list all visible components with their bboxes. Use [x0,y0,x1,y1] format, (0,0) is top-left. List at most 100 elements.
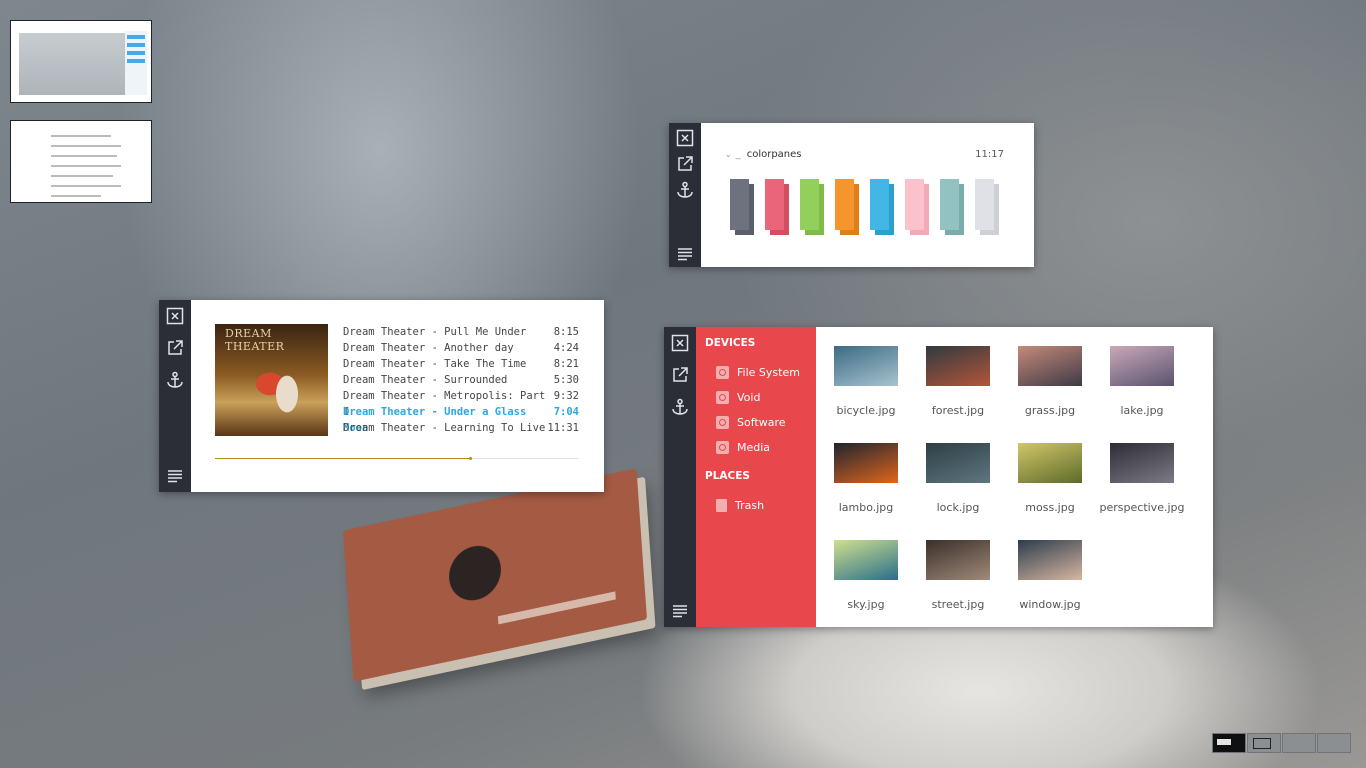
anchor-icon[interactable] [675,180,695,200]
color-swatch[interactable] [870,179,894,235]
track-name: Dream Theater - Under a Glass Moon [343,406,527,434]
close-icon[interactable] [670,333,690,353]
device-label: Software [737,416,786,429]
file-thumbnail [1018,346,1082,386]
external-link-icon[interactable] [165,338,185,358]
track-row[interactable]: Dream Theater - Pull Me Under 8:15 [343,324,579,340]
swatch-face [730,179,749,230]
device-item-file-system[interactable]: File System [716,366,800,379]
file-thumbnail [926,346,990,386]
file-item[interactable]: lock.jpg [912,443,1004,514]
device-label: File System [737,366,800,379]
file-name: lambo.jpg [838,501,894,514]
playback-progress-fill [215,457,472,460]
file-name: lock.jpg [936,501,980,514]
external-link-icon[interactable] [670,365,690,385]
background-book [342,468,648,682]
window-thumbnail-image-editor[interactable] [10,20,152,103]
playback-progress-bar[interactable] [215,457,579,460]
file-item[interactable]: window.jpg [1004,540,1096,611]
swatch-face [905,179,924,230]
file-item[interactable]: sky.jpg [820,540,912,611]
workspace-3[interactable] [1282,733,1316,753]
workspace-window-preview [1253,738,1271,749]
external-link-icon[interactable] [675,154,695,174]
track-duration: 5:30 [553,374,579,386]
window-sidebar [159,300,191,492]
track-duration: 11:31 [547,422,579,434]
file-grid: bicycle.jpg forest.jpg grass.jpg lake.jpg la… [816,327,1213,627]
file-manager-window: DEVICES File System Void Software Media … [664,327,1213,627]
anchor-icon[interactable] [670,397,690,417]
place-item-trash[interactable]: Trash [716,499,764,512]
track-row[interactable]: Dream Theater - Take The Time 8:21 [343,356,579,372]
anchor-icon[interactable] [165,370,185,390]
workspace-1[interactable] [1212,733,1246,753]
color-swatch[interactable] [940,179,964,235]
color-swatch[interactable] [975,179,999,235]
trash-icon [716,499,727,512]
track-name: Dream Theater - Another day [343,342,514,354]
drive-icon [716,441,729,454]
file-item[interactable]: grass.jpg [1004,346,1096,417]
place-label: Trash [735,499,765,512]
file-name: moss.jpg [1025,501,1075,514]
window-sidebar [664,327,696,627]
file-thumbnail [1110,346,1174,386]
file-thumbnail [834,540,898,580]
places-heading: PLACES [705,470,750,482]
file-name: perspective.jpg [1099,501,1185,514]
file-thumbnail [1018,443,1082,483]
file-item[interactable]: lambo.jpg [820,443,912,514]
file-name: bicycle.jpg [836,404,896,417]
file-item[interactable]: moss.jpg [1004,443,1096,514]
window-thumbnail-document[interactable] [10,120,152,203]
file-item[interactable]: street.jpg [912,540,1004,611]
track-row[interactable]: Dream Theater - Metropolis: Part I 9:32 [343,388,579,418]
file-name: street.jpg [931,598,985,611]
device-label: Media [737,441,771,454]
close-icon[interactable] [675,128,695,148]
color-swatch[interactable] [730,179,754,235]
file-name: forest.jpg [931,404,985,417]
clock-time: 11:17 [975,149,1004,160]
file-thumbnail [926,443,990,483]
file-item[interactable]: forest.jpg [912,346,1004,417]
file-item[interactable]: perspective.jpg [1096,443,1188,514]
colorpanes-window: ⌄ _ colorpanes 11:17 [669,123,1034,267]
track-row[interactable]: Dream Theater - Learning To Live 11:31 [343,420,579,436]
file-name: grass.jpg [1024,404,1076,417]
drive-icon [716,416,729,429]
device-item-software[interactable]: Software [716,416,786,429]
menu-icon[interactable] [165,465,185,485]
menu-icon[interactable] [670,600,690,620]
menu-icon[interactable] [675,243,695,263]
track-duration: 7:04 [553,406,579,418]
color-swatch[interactable] [800,179,824,235]
file-thumbnail [926,540,990,580]
close-icon[interactable] [165,306,185,326]
file-item[interactable]: bicycle.jpg [820,346,912,417]
colorpanes-title: colorpanes [746,149,802,160]
track-duration: 8:15 [553,326,579,338]
color-swatch[interactable] [835,179,859,235]
workspace-2[interactable] [1247,733,1281,753]
color-swatch[interactable] [765,179,789,235]
drive-icon [716,366,729,379]
track-duration: 9:32 [553,390,579,402]
device-item-media[interactable]: Media [716,441,770,454]
file-thumbnail [834,346,898,386]
track-name: Dream Theater - Surrounded [343,374,508,386]
thumbnail-preview-image [19,33,134,95]
swatch-face [835,179,854,230]
window-sidebar [669,123,701,267]
file-item[interactable]: lake.jpg [1096,346,1188,417]
chevron-down-icon[interactable]: ⌄ [725,150,732,159]
track-row[interactable]: Dream Theater - Another day 4:24 [343,340,579,356]
color-swatch[interactable] [905,179,929,235]
workspace-4[interactable] [1317,733,1351,753]
colorpanes-header: ⌄ _ colorpanes 11:17 [725,149,1004,160]
track-row[interactable]: Dream Theater - Surrounded 5:30 [343,372,579,388]
track-row[interactable]: Dream Theater - Under a Glass Moon 7:04 [343,404,579,434]
device-item-void[interactable]: Void [716,391,760,404]
